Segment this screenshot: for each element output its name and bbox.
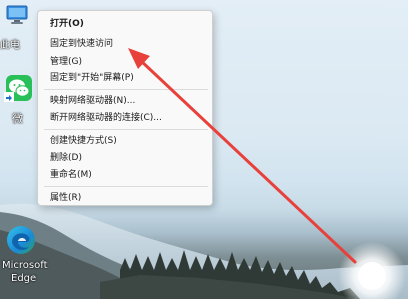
this-pc-label: 此电	[0, 40, 20, 51]
shortcut-arrow-icon	[4, 92, 14, 102]
edge-icon	[7, 226, 35, 254]
menu-item-create-shortcut[interactable]: 创建快捷方式(S)	[50, 135, 117, 147]
menu-item-rename[interactable]: 重命名(M)	[50, 169, 92, 181]
menu-separator	[44, 89, 208, 90]
menu-separator	[44, 129, 208, 130]
wechat-label: 微	[12, 112, 23, 125]
menu-item-delete[interactable]: 删除(D)	[50, 152, 82, 164]
menu-item-disconnect-network-drive[interactable]: 断开网络驱动器的连接(C)...	[50, 112, 162, 124]
menu-item-map-network-drive[interactable]: 映射网络驱动器(N)...	[50, 95, 135, 107]
wechat-desktop-icon[interactable]: 微	[2, 70, 36, 128]
this-pc-icon	[6, 5, 28, 24]
context-menu: 打开(O) 固定到快速访问 管理(G) 固定到"开始"屏幕(P) 映射网络驱动器…	[37, 10, 213, 206]
menu-separator	[44, 186, 208, 187]
menu-item-pin-start[interactable]: 固定到"开始"屏幕(P)	[50, 72, 134, 84]
edge-label-line1: Microsoft	[2, 260, 48, 271]
edge-desktop-icon[interactable]: Microsoft Edge	[0, 218, 48, 296]
menu-item-properties[interactable]: 属性(R)	[50, 192, 81, 204]
edge-label-line2: Edge	[11, 273, 37, 284]
menu-item-manage[interactable]: 管理(G)	[50, 56, 82, 68]
edge-label: Microsoft Edge	[2, 259, 48, 285]
this-pc-desktop-icon[interactable]: 此电	[0, 0, 32, 52]
menu-item-pin-quick-access[interactable]: 固定到快速访问	[50, 38, 113, 50]
menu-item-open[interactable]: 打开(O)	[50, 18, 84, 30]
